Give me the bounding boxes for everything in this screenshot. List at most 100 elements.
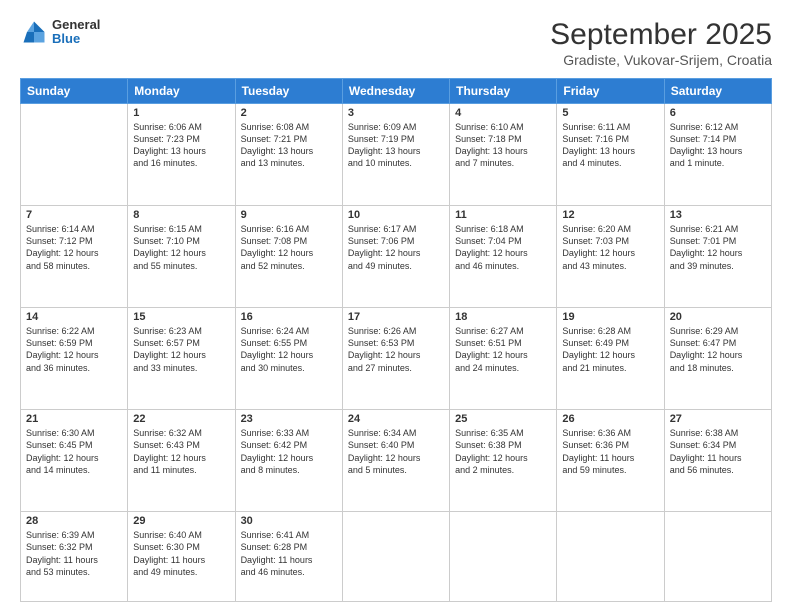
calendar-cell: 17 Sunrise: 6:26 AM Sunset: 6:53 PM Dayli… [342, 308, 449, 410]
calendar-week-5: 28 Sunrise: 6:39 AM Sunset: 6:32 PM Dayli… [21, 512, 772, 602]
calendar-week-4: 21 Sunrise: 6:30 AM Sunset: 6:45 PM Dayli… [21, 410, 772, 512]
calendar-cell: 14 Sunrise: 6:22 AM Sunset: 6:59 PM Dayli… [21, 308, 128, 410]
cell-content: Sunrise: 6:27 AM Sunset: 6:51 PM Dayligh… [455, 325, 551, 374]
cell-content: Sunrise: 6:08 AM Sunset: 7:21 PM Dayligh… [241, 121, 337, 170]
calendar-cell: 11 Sunrise: 6:18 AM Sunset: 7:04 PM Dayli… [450, 206, 557, 308]
cell-content: Sunrise: 6:22 AM Sunset: 6:59 PM Dayligh… [26, 325, 122, 374]
calendar-cell [342, 512, 449, 602]
day-number: 11 [455, 209, 551, 221]
cell-content: Sunrise: 6:16 AM Sunset: 7:08 PM Dayligh… [241, 223, 337, 272]
calendar-cell: 7Sunrise: 6:14 AM Sunset: 7:12 PM Daylig… [21, 206, 128, 308]
title-block: September 2025 Gradiste, Vukovar-Srijem,… [550, 18, 772, 68]
cell-content: Sunrise: 6:38 AM Sunset: 6:34 PM Dayligh… [670, 427, 766, 476]
calendar-cell: 23Sunrise: 6:33 AM Sunset: 6:42 PM Dayli… [235, 410, 342, 512]
day-number: 28 [26, 515, 122, 527]
calendar-cell [557, 512, 664, 602]
location: Gradiste, Vukovar-Srijem, Croatia [550, 52, 772, 68]
day-number: 1 [133, 107, 229, 119]
page: General Blue September 2025 Gradiste, Vu… [0, 0, 792, 612]
day-header-thursday: Thursday [450, 79, 557, 104]
calendar-cell [450, 512, 557, 602]
day-number: 14 [26, 311, 122, 323]
day-number: 21 [26, 413, 122, 425]
calendar-cell: 29 Sunrise: 6:40 AM Sunset: 6:30 PM Dayli… [128, 512, 235, 602]
day-number: 2 [241, 107, 337, 119]
cell-content: Sunrise: 6:24 AM Sunset: 6:55 PM Dayligh… [241, 325, 337, 374]
cell-content: Sunrise: 6:40 AM Sunset: 6:30 PM Dayligh… [133, 529, 229, 578]
calendar-cell: 28 Sunrise: 6:39 AM Sunset: 6:32 PM Dayli… [21, 512, 128, 602]
calendar-cell: 27 Sunrise: 6:38 AM Sunset: 6:34 PM Dayli… [664, 410, 771, 512]
calendar: SundayMondayTuesdayWednesdayThursdayFrid… [20, 78, 772, 602]
day-number: 6 [670, 107, 766, 119]
calendar-cell [21, 104, 128, 206]
day-number: 24 [348, 413, 444, 425]
cell-content: Sunrise: 6:11 AM Sunset: 7:16 PM Dayligh… [562, 121, 658, 170]
day-header-monday: Monday [128, 79, 235, 104]
calendar-cell: 3 Sunrise: 6:09 AM Sunset: 7:19 PM Daylig… [342, 104, 449, 206]
cell-content: Sunrise: 6:18 AM Sunset: 7:04 PM Dayligh… [455, 223, 551, 272]
day-number: 27 [670, 413, 766, 425]
cell-content: Sunrise: 6:23 AM Sunset: 6:57 PM Dayligh… [133, 325, 229, 374]
day-number: 19 [562, 311, 658, 323]
day-number: 17 [348, 311, 444, 323]
cell-content: Sunrise: 6:15 AM Sunset: 7:10 PM Dayligh… [133, 223, 229, 272]
day-number: 29 [133, 515, 229, 527]
cell-content: Sunrise: 6:29 AM Sunset: 6:47 PM Dayligh… [670, 325, 766, 374]
logo-blue: Blue [52, 32, 100, 46]
day-header-wednesday: Wednesday [342, 79, 449, 104]
calendar-cell: 21 Sunrise: 6:30 AM Sunset: 6:45 PM Dayli… [21, 410, 128, 512]
cell-content: Sunrise: 6:17 AM Sunset: 7:06 PM Dayligh… [348, 223, 444, 272]
cell-content: Sunrise: 6:34 AM Sunset: 6:40 PM Dayligh… [348, 427, 444, 476]
day-header-tuesday: Tuesday [235, 79, 342, 104]
cell-content: Sunrise: 6:21 AM Sunset: 7:01 PM Dayligh… [670, 223, 766, 272]
cell-content: Sunrise: 6:30 AM Sunset: 6:45 PM Dayligh… [26, 427, 122, 476]
day-number: 13 [670, 209, 766, 221]
day-number: 4 [455, 107, 551, 119]
calendar-cell: 20 Sunrise: 6:29 AM Sunset: 6:47 PM Dayli… [664, 308, 771, 410]
day-number: 15 [133, 311, 229, 323]
calendar-cell: 15 Sunrise: 6:23 AM Sunset: 6:57 PM Dayli… [128, 308, 235, 410]
calendar-cell: 19 Sunrise: 6:28 AM Sunset: 6:49 PM Dayli… [557, 308, 664, 410]
calendar-cell: 2 Sunrise: 6:08 AM Sunset: 7:21 PM Daylig… [235, 104, 342, 206]
cell-content: Sunrise: 6:26 AM Sunset: 6:53 PM Dayligh… [348, 325, 444, 374]
calendar-cell: 6 Sunrise: 6:12 AM Sunset: 7:14 PM Daylig… [664, 104, 771, 206]
day-number: 18 [455, 311, 551, 323]
cell-content: Sunrise: 6:36 AM Sunset: 6:36 PM Dayligh… [562, 427, 658, 476]
calendar-cell: 9 Sunrise: 6:16 AM Sunset: 7:08 PM Daylig… [235, 206, 342, 308]
cell-content: Sunrise: 6:12 AM Sunset: 7:14 PM Dayligh… [670, 121, 766, 170]
day-number: 20 [670, 311, 766, 323]
cell-content: Sunrise: 6:09 AM Sunset: 7:19 PM Dayligh… [348, 121, 444, 170]
day-number: 16 [241, 311, 337, 323]
cell-content: Sunrise: 6:28 AM Sunset: 6:49 PM Dayligh… [562, 325, 658, 374]
calendar-cell: 22 Sunrise: 6:32 AM Sunset: 6:43 PM Dayli… [128, 410, 235, 512]
day-number: 5 [562, 107, 658, 119]
day-number: 3 [348, 107, 444, 119]
calendar-week-1: 1 Sunrise: 6:06 AM Sunset: 7:23 PM Daylig… [21, 104, 772, 206]
day-number: 12 [562, 209, 658, 221]
calendar-week-2: 7Sunrise: 6:14 AM Sunset: 7:12 PM Daylig… [21, 206, 772, 308]
header: General Blue September 2025 Gradiste, Vu… [20, 18, 772, 68]
day-number: 10 [348, 209, 444, 221]
calendar-cell: 10 Sunrise: 6:17 AM Sunset: 7:06 PM Dayli… [342, 206, 449, 308]
day-number: 26 [562, 413, 658, 425]
cell-content: Sunrise: 6:06 AM Sunset: 7:23 PM Dayligh… [133, 121, 229, 170]
calendar-cell: 1 Sunrise: 6:06 AM Sunset: 7:23 PM Daylig… [128, 104, 235, 206]
day-number: 23 [241, 413, 337, 425]
logo-icon [20, 18, 48, 46]
calendar-cell: 24 Sunrise: 6:34 AM Sunset: 6:40 PM Dayli… [342, 410, 449, 512]
calendar-cell: 18 Sunrise: 6:27 AM Sunset: 6:51 PM Dayli… [450, 308, 557, 410]
calendar-cell [664, 512, 771, 602]
day-number: 22 [133, 413, 229, 425]
day-number: 25 [455, 413, 551, 425]
day-header-saturday: Saturday [664, 79, 771, 104]
logo: General Blue [20, 18, 100, 47]
day-number: 9 [241, 209, 337, 221]
calendar-cell: 8Sunrise: 6:15 AM Sunset: 7:10 PM Daylig… [128, 206, 235, 308]
month-title: September 2025 [550, 18, 772, 52]
cell-content: Sunrise: 6:32 AM Sunset: 6:43 PM Dayligh… [133, 427, 229, 476]
cell-content: Sunrise: 6:39 AM Sunset: 6:32 PM Dayligh… [26, 529, 122, 578]
logo-text: General Blue [52, 18, 100, 47]
cell-content: Sunrise: 6:20 AM Sunset: 7:03 PM Dayligh… [562, 223, 658, 272]
day-header-sunday: Sunday [21, 79, 128, 104]
cell-content: Sunrise: 6:35 AM Sunset: 6:38 PM Dayligh… [455, 427, 551, 476]
